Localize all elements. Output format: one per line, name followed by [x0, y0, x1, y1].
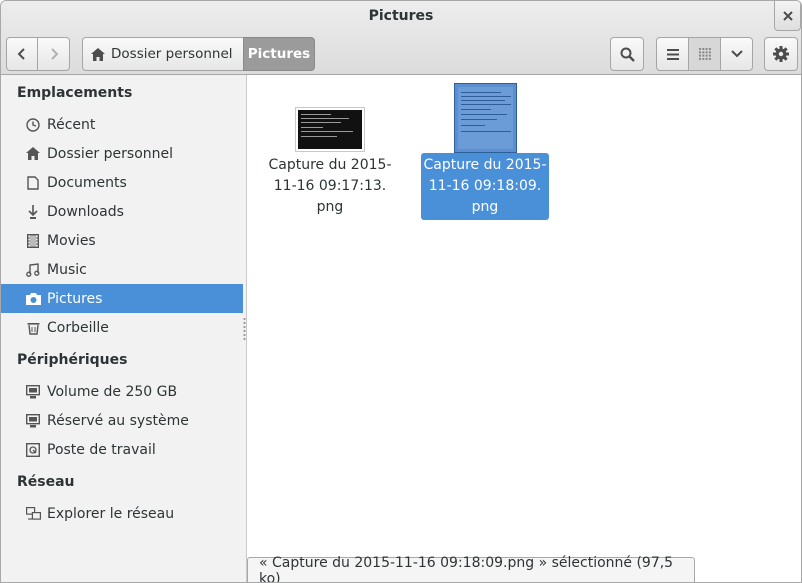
file-name-line: png — [316, 199, 344, 215]
sidebar-item-music[interactable]: Music — [1, 255, 243, 284]
sidebar-item-label: Movies — [47, 232, 96, 249]
file-thumbnail — [295, 107, 365, 152]
sidebar-item-recent[interactable]: Récent — [1, 110, 243, 139]
file-thumbnail — [454, 83, 517, 153]
file-name-line: Capture du 2015- — [423, 157, 547, 173]
file-name-line: png — [471, 199, 499, 215]
drive-icon — [25, 413, 41, 429]
music-icon — [25, 262, 41, 278]
grid-view-icon — [698, 48, 711, 60]
clock-icon — [25, 117, 41, 133]
window-title: Pictures — [368, 8, 434, 24]
gear-icon — [773, 46, 789, 62]
sidebar-item-documents[interactable]: Documents — [1, 168, 243, 197]
close-icon — [782, 10, 793, 21]
sidebar-item-computer[interactable]: Poste de travail — [1, 435, 243, 464]
sidebar-item-label: Dossier personnel — [47, 145, 174, 162]
sidebar-item-pictures[interactable]: Pictures — [1, 284, 243, 313]
file-name-line: 11-16 09:18:09. — [428, 178, 542, 194]
sidebar-item-trash[interactable]: Corbeille — [1, 313, 243, 342]
selection-status: « Capture du 2015-11-16 09:18:09.png » s… — [247, 555, 695, 582]
path-button-pictures[interactable]: Pictures — [243, 37, 315, 71]
network-icon — [25, 506, 41, 522]
file-name-line: 11-16 09:17:13. — [273, 178, 387, 194]
drive-icon — [25, 384, 41, 400]
header-bar: Pictures Dossier personnel Pictures — [1, 1, 801, 75]
grid-view-button[interactable] — [688, 37, 721, 71]
sidebar-section-header: Réseau — [17, 474, 75, 490]
path-button-label: Pictures — [247, 46, 311, 62]
home-icon — [25, 146, 41, 162]
chevron-right-icon — [50, 48, 58, 60]
chevron-down-icon — [730, 50, 743, 58]
file-item[interactable]: Capture du 2015- 11-16 09:17:13. png — [266, 75, 394, 235]
path-button-label: Dossier personnel — [111, 46, 233, 62]
sidebar-item-downloads[interactable]: Downloads — [1, 197, 243, 226]
file-icon-view[interactable]: Capture du 2015- 11-16 09:17:13. png Cap… — [248, 75, 801, 582]
view-options-button[interactable] — [720, 37, 753, 71]
back-button[interactable] — [6, 37, 38, 71]
list-view-button[interactable] — [656, 37, 689, 71]
sidebar-item-home[interactable]: Dossier personnel — [1, 139, 243, 168]
sidebar-item-label: Volume de 250 GB — [47, 383, 178, 400]
sidebar-section-header: Périphériques — [17, 352, 128, 368]
sidebar-item-label: Poste de travail — [47, 441, 156, 458]
app-menu-button[interactable] — [764, 37, 798, 71]
sidebar-item-network[interactable]: Explorer le réseau — [1, 499, 243, 528]
document-icon — [25, 175, 41, 191]
places-sidebar: Emplacements Récent Dossier personnel Do… — [1, 75, 247, 582]
sidebar-item-volume[interactable]: Volume de 250 GB — [1, 377, 243, 406]
chevron-left-icon — [17, 48, 25, 60]
sidebar-item-system-reserved[interactable]: Réservé au système — [1, 406, 243, 435]
file-manager-window: Pictures Dossier personnel Pictures Empl… — [0, 0, 802, 583]
sidebar-item-label: Récent — [47, 116, 96, 133]
sidebar-section-header: Emplacements — [17, 85, 133, 101]
file-name: Capture du 2015- 11-16 09:18:09. png — [421, 153, 549, 220]
sidebar-item-label: Explorer le réseau — [47, 505, 175, 522]
sidebar-item-label: Downloads — [47, 203, 124, 220]
trash-icon — [25, 320, 41, 336]
file-name: Capture du 2015- 11-16 09:17:13. png — [266, 153, 394, 220]
forward-button[interactable] — [37, 37, 70, 71]
close-button[interactable] — [774, 1, 801, 31]
sidebar-item-label: Music — [47, 261, 87, 278]
sidebar-item-label: Réservé au système — [47, 412, 189, 429]
sidebar-resize-handle[interactable] — [243, 317, 246, 341]
download-icon — [25, 204, 41, 220]
sidebar-item-label: Pictures — [47, 290, 103, 307]
path-button-home[interactable]: Dossier personnel — [82, 37, 244, 71]
sidebar-item-label: Documents — [47, 174, 127, 191]
camera-icon — [25, 291, 41, 307]
file-name-line: Capture du 2015- — [268, 157, 392, 173]
sidebar-item-movies[interactable]: Movies — [1, 226, 243, 255]
film-icon — [25, 233, 41, 249]
home-icon — [91, 47, 105, 61]
search-button[interactable] — [610, 37, 644, 71]
file-item-selected[interactable]: Capture du 2015- 11-16 09:18:09. png — [421, 75, 549, 235]
list-view-icon — [666, 48, 679, 60]
computer-icon — [25, 442, 41, 458]
search-icon — [620, 47, 635, 62]
sidebar-item-label: Corbeille — [47, 319, 109, 336]
